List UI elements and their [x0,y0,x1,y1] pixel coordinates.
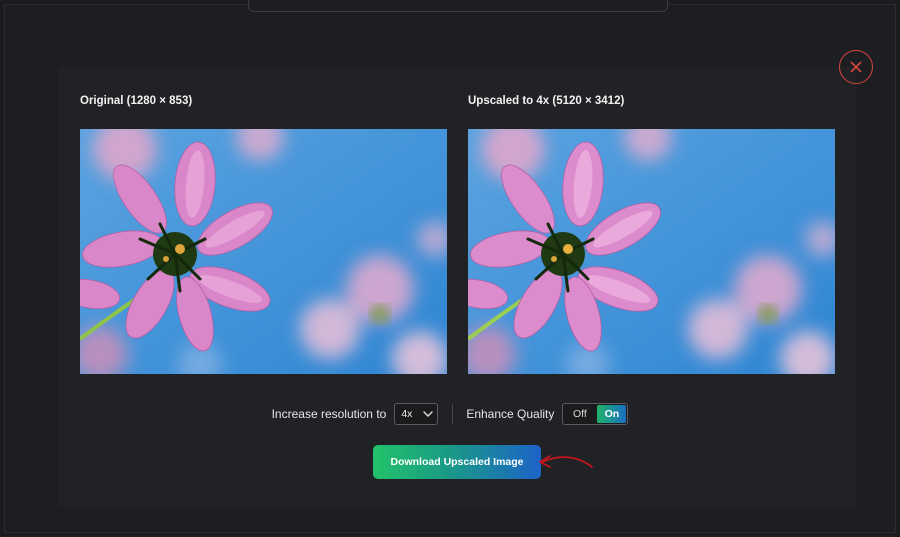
toggle-off-option[interactable]: Off [563,404,596,424]
close-button[interactable] [839,50,873,84]
resolution-select[interactable]: 4x [394,403,439,425]
toggle-on-option[interactable]: On [597,405,627,423]
original-title: Original (1280 × 853) [80,95,193,107]
controls-divider [452,404,454,424]
enhance-label: Enhance Quality [466,407,555,421]
original-image [80,129,447,374]
download-upscaled-button[interactable]: Download Upscaled Image [373,445,541,479]
chevron-down-icon [423,411,434,417]
red-arrow-icon [539,455,593,468]
upscale-controls: Increase resolution to 4x Enhance Qualit… [0,403,900,425]
upscaled-image [468,129,835,374]
upscaled-title: Upscaled to 4x (5120 × 3412) [468,95,625,107]
close-icon [850,61,862,73]
top-toolbar [248,0,668,12]
enhance-quality-toggle[interactable]: Off On [562,403,629,425]
resolution-label: Increase resolution to [271,407,387,421]
resolution-value: 4x [401,408,413,420]
